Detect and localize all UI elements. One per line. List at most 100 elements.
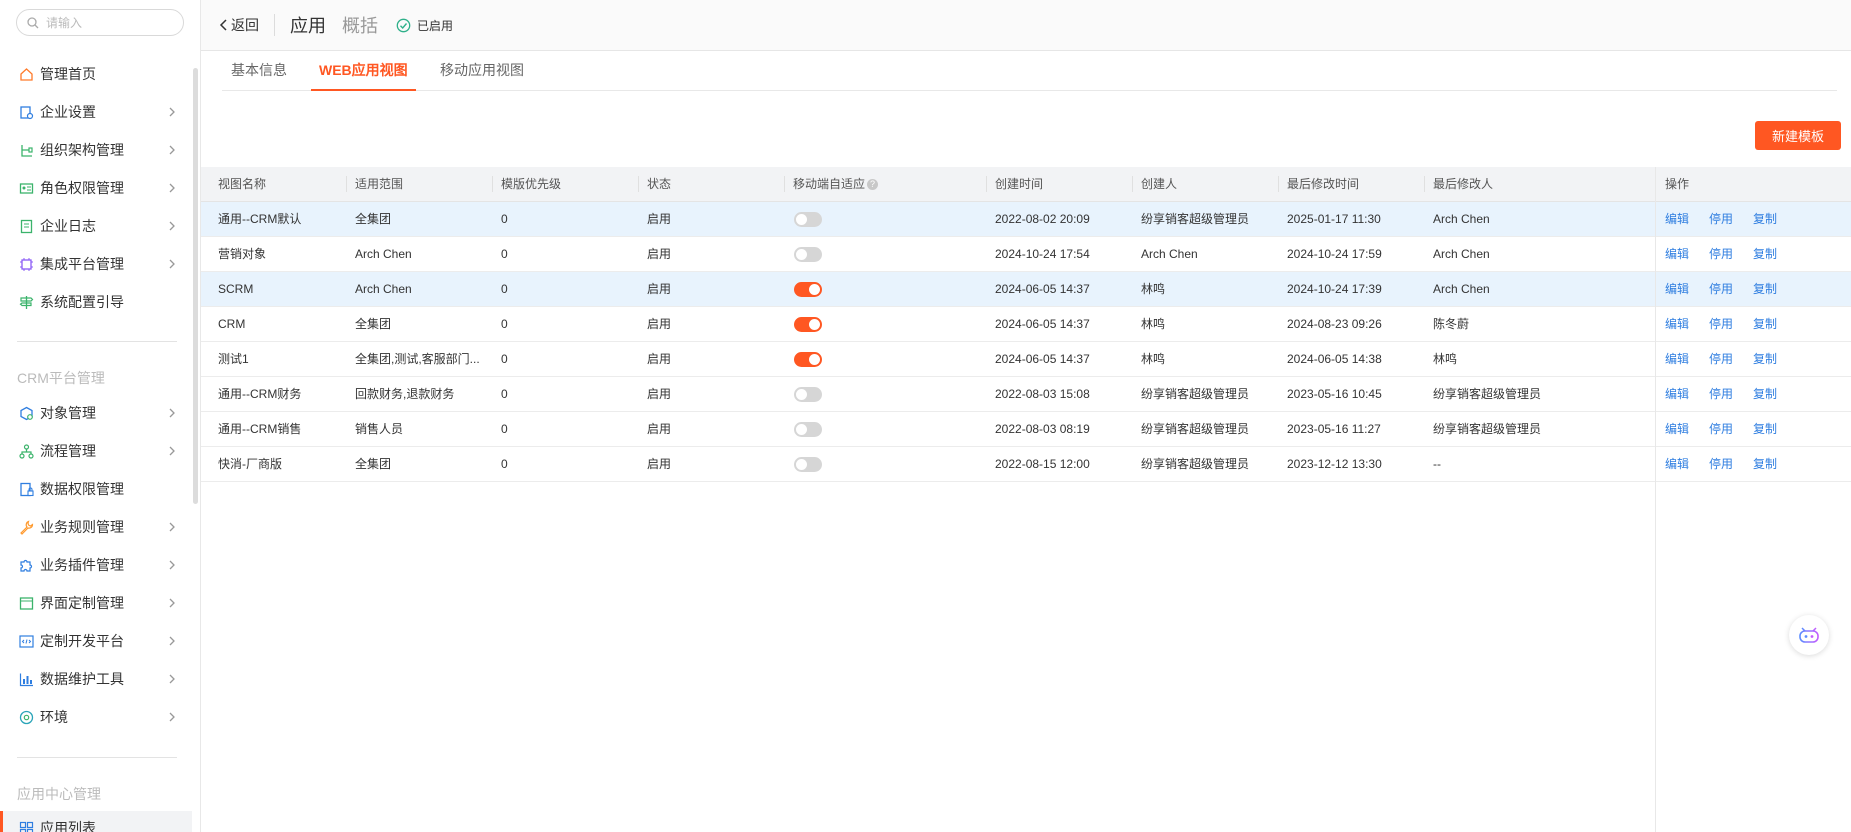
mobile-adaptive-toggle[interactable] bbox=[794, 317, 822, 332]
disable-link[interactable]: 停用 bbox=[1709, 457, 1733, 471]
cell-status: 启用 bbox=[647, 352, 672, 366]
edit-link[interactable]: 编辑 bbox=[1665, 247, 1689, 261]
check-circle-icon bbox=[396, 18, 411, 32]
sidebar-item-enterprise-settings[interactable]: 企业设置 bbox=[0, 95, 192, 129]
sidebar-item-integration-platform[interactable]: 集成平台管理 bbox=[0, 247, 192, 281]
assistant-button[interactable] bbox=[1789, 615, 1829, 655]
edit-link[interactable]: 编辑 bbox=[1665, 317, 1689, 331]
edit-link[interactable]: 编辑 bbox=[1665, 352, 1689, 366]
edit-link[interactable]: 编辑 bbox=[1665, 457, 1689, 471]
copy-link[interactable]: 复制 bbox=[1753, 247, 1777, 261]
cell-creator: 纷享销客超级管理员 bbox=[1141, 422, 1250, 436]
sidebar-item-object-management[interactable]: 对象管理 bbox=[0, 396, 192, 430]
table-row[interactable]: 通用--CRM默认 全集团 0 启用 2022-08-02 20:09 纷享销客超级管理员… bbox=[201, 202, 1851, 237]
sidebar-item-system-config-guide[interactable]: 系统配置引导 bbox=[0, 285, 192, 319]
mobile-adaptive-toggle[interactable] bbox=[794, 422, 822, 437]
table-row[interactable]: 通用--CRM销售 销售人员 0 启用 2022-08-03 08:19 纷享销客超级管理… bbox=[201, 412, 1851, 447]
sidebar-item-business-rules[interactable]: 业务规则管理 bbox=[0, 510, 192, 544]
sidebar-item-process-management[interactable]: 流程管理 bbox=[0, 434, 192, 468]
table-row[interactable]: 测试1 全集团,测试,客服部门... 0 启用 2024-06-05 14:37 林鸣 20… bbox=[201, 342, 1851, 377]
sidebar-item-enterprise-log[interactable]: 企业日志 bbox=[0, 209, 192, 243]
disable-link[interactable]: 停用 bbox=[1709, 317, 1733, 331]
cell-modifier: -- bbox=[1433, 457, 1441, 471]
back-button[interactable]: 返回 bbox=[219, 15, 259, 35]
cell-status: 启用 bbox=[647, 387, 672, 401]
sidebar-item-label: 定制开发平台 bbox=[40, 633, 124, 649]
cell-modified-time: 2024-10-24 17:59 bbox=[1287, 247, 1382, 261]
page-subtitle[interactable]: 概括 bbox=[342, 12, 378, 38]
sidebar-item-label: 界面定制管理 bbox=[40, 595, 124, 611]
mobile-adaptive-toggle[interactable] bbox=[794, 247, 822, 262]
sidebar-item-data-maintenance[interactable]: 数据维护工具 bbox=[0, 662, 192, 696]
sidebar-item-business-plugins[interactable]: 业务插件管理 bbox=[0, 548, 192, 582]
edit-link[interactable]: 编辑 bbox=[1665, 387, 1689, 401]
grid-icon bbox=[18, 820, 34, 832]
cell-created-time: 2022-08-15 12:00 bbox=[995, 457, 1090, 471]
tab-basic-info[interactable]: 基本信息 bbox=[231, 51, 287, 90]
cell-priority: 0 bbox=[501, 282, 508, 296]
sidebar-item-role-permissions[interactable]: 角色权限管理 bbox=[0, 171, 192, 205]
copy-link[interactable]: 复制 bbox=[1753, 422, 1777, 436]
layout-icon bbox=[18, 595, 34, 611]
cell-status: 启用 bbox=[647, 247, 672, 261]
mobile-adaptive-toggle[interactable] bbox=[794, 282, 822, 297]
copy-link[interactable]: 复制 bbox=[1753, 457, 1777, 471]
copy-link[interactable]: 复制 bbox=[1753, 352, 1777, 366]
search-box[interactable] bbox=[16, 9, 184, 36]
home-icon bbox=[18, 66, 34, 82]
mobile-adaptive-toggle[interactable] bbox=[794, 352, 822, 367]
search-icon bbox=[27, 16, 39, 28]
table-row[interactable]: 通用--CRM财务 回款财务,退款财务 0 启用 2022-08-03 15:08 纷享销… bbox=[201, 377, 1851, 412]
copy-link[interactable]: 复制 bbox=[1753, 282, 1777, 296]
copy-link[interactable]: 复制 bbox=[1753, 212, 1777, 226]
disable-link[interactable]: 停用 bbox=[1709, 212, 1733, 226]
toggle-knob bbox=[809, 354, 820, 365]
row-actions: 编辑 停用 复制 bbox=[1665, 272, 1797, 306]
cell-modifier: Arch Chen bbox=[1433, 212, 1490, 226]
row-actions: 编辑 停用 复制 bbox=[1665, 412, 1797, 446]
col-separator bbox=[1132, 176, 1133, 192]
sidebar-item-custom-dev-platform[interactable]: 定制开发平台 bbox=[0, 624, 192, 658]
table-row[interactable]: CRM 全集团 0 启用 2024-06-05 14:37 林鸣 2024-08-23 09… bbox=[201, 307, 1851, 342]
table-row[interactable]: 营销对象 Arch Chen 0 启用 2024-10-24 17:54 Arch Che… bbox=[201, 237, 1851, 272]
cell-view-name: 营销对象 bbox=[218, 247, 267, 261]
mobile-adaptive-toggle[interactable] bbox=[794, 212, 822, 227]
help-icon[interactable]: ? bbox=[867, 179, 879, 191]
disable-link[interactable]: 停用 bbox=[1709, 422, 1733, 436]
edit-link[interactable]: 编辑 bbox=[1665, 212, 1689, 226]
tab-mobile-app-view[interactable]: 移动应用视图 bbox=[440, 51, 524, 90]
tab-web-app-view[interactable]: WEB应用视图 bbox=[311, 51, 416, 91]
sidebar-item-data-permissions[interactable]: 数据权限管理 bbox=[0, 472, 192, 506]
search-input[interactable] bbox=[44, 14, 178, 31]
col-header-mobile-label: 移动端自适应 bbox=[793, 177, 866, 191]
cell-status: 启用 bbox=[647, 282, 672, 296]
copy-link[interactable]: 复制 bbox=[1753, 387, 1777, 401]
cell-modifier: 陈冬蔚 bbox=[1433, 317, 1470, 331]
copy-link[interactable]: 复制 bbox=[1753, 317, 1777, 331]
chevron-right-icon bbox=[169, 183, 175, 193]
cell-view-name: 通用--CRM默认 bbox=[218, 212, 302, 226]
col-header-created-time: 创建时间 bbox=[995, 177, 1044, 191]
new-template-button[interactable]: 新建模板 bbox=[1755, 121, 1841, 150]
sidebar-item-home[interactable]: 管理首页 bbox=[0, 57, 192, 91]
disable-link[interactable]: 停用 bbox=[1709, 247, 1733, 261]
edit-link[interactable]: 编辑 bbox=[1665, 422, 1689, 436]
mobile-adaptive-toggle[interactable] bbox=[794, 457, 822, 472]
mobile-adaptive-toggle[interactable] bbox=[794, 387, 822, 402]
disable-link[interactable]: 停用 bbox=[1709, 352, 1733, 366]
table-body: 通用--CRM默认 全集团 0 启用 2022-08-02 20:09 纷享销客超级管理员… bbox=[201, 202, 1851, 482]
sidebar-item-app-list[interactable]: 应用列表 bbox=[0, 811, 192, 832]
sidebar-item-org-structure[interactable]: 组织架构管理 bbox=[0, 133, 192, 167]
table-row[interactable]: SCRM Arch Chen 0 启用 2024-06-05 14:37 林鸣 2024-1… bbox=[201, 272, 1851, 307]
sidebar-item-label: 数据权限管理 bbox=[40, 481, 124, 497]
sidebar-item-ui-customization[interactable]: 界面定制管理 bbox=[0, 586, 192, 620]
edit-link[interactable]: 编辑 bbox=[1665, 282, 1689, 296]
disable-link[interactable]: 停用 bbox=[1709, 387, 1733, 401]
chevron-right-icon bbox=[169, 636, 175, 646]
sidebar-item-environment[interactable]: 环境 bbox=[0, 700, 192, 734]
col-header-view-name: 视图名称 bbox=[218, 177, 267, 191]
disable-link[interactable]: 停用 bbox=[1709, 282, 1733, 296]
sidebar-item-label: 系统配置引导 bbox=[40, 294, 124, 310]
sidebar-scrollbar[interactable] bbox=[193, 68, 198, 504]
table-row[interactable]: 快消-厂商版 全集团 0 启用 2022-08-15 12:00 纷享销客超级管理员 202… bbox=[201, 447, 1851, 482]
